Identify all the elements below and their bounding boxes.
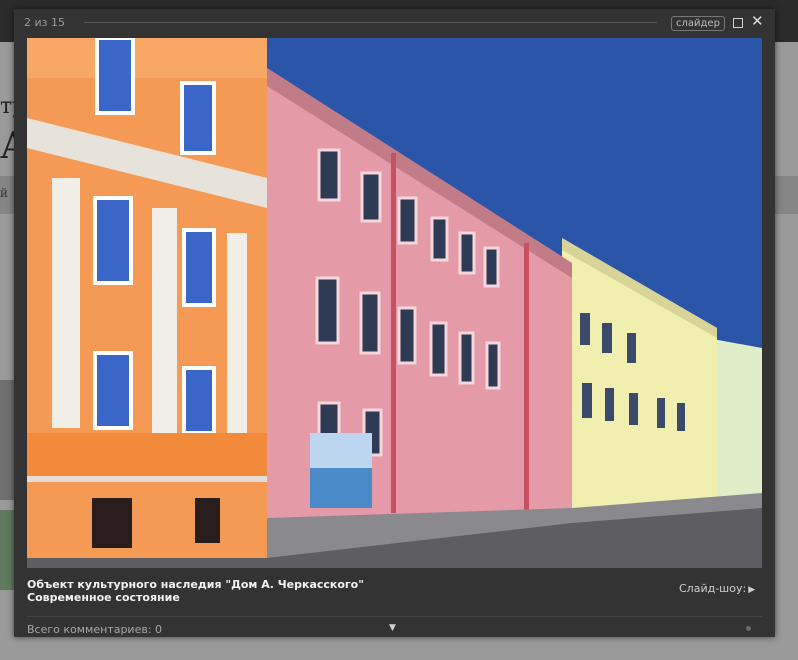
slider-button[interactable]: слайдер <box>671 16 725 31</box>
status-dot-icon <box>746 626 751 631</box>
play-icon: ▶ <box>748 585 756 595</box>
maximize-icon[interactable] <box>733 18 743 28</box>
close-icon[interactable]: ✕ <box>751 14 764 29</box>
photo-viewer-modal: 2 из 15 слайдер ✕ Объект культурного нас… <box>14 9 775 637</box>
image-counter: 2 из 15 <box>24 16 65 29</box>
background-nav-fragment: й <box>0 186 8 200</box>
footer-divider <box>27 616 762 617</box>
slideshow-button[interactable]: Слайд-шоу: ▶ <box>679 582 755 595</box>
header-divider <box>84 22 657 23</box>
chevron-down-icon[interactable]: ▼ <box>389 623 396 633</box>
main-photo[interactable] <box>27 38 762 568</box>
background-thumbnail <box>0 510 14 590</box>
slideshow-label: Слайд-шоу: <box>679 582 747 595</box>
background-thumbnail <box>0 380 14 500</box>
viewer-header: 2 из 15 слайдер ✕ <box>14 9 775 37</box>
photo-caption: Объект культурного наследия "Дом А. Черк… <box>27 578 364 604</box>
comments-count[interactable]: Всего комментариев: 0 <box>27 623 162 636</box>
street-photo-illustration <box>27 38 762 568</box>
